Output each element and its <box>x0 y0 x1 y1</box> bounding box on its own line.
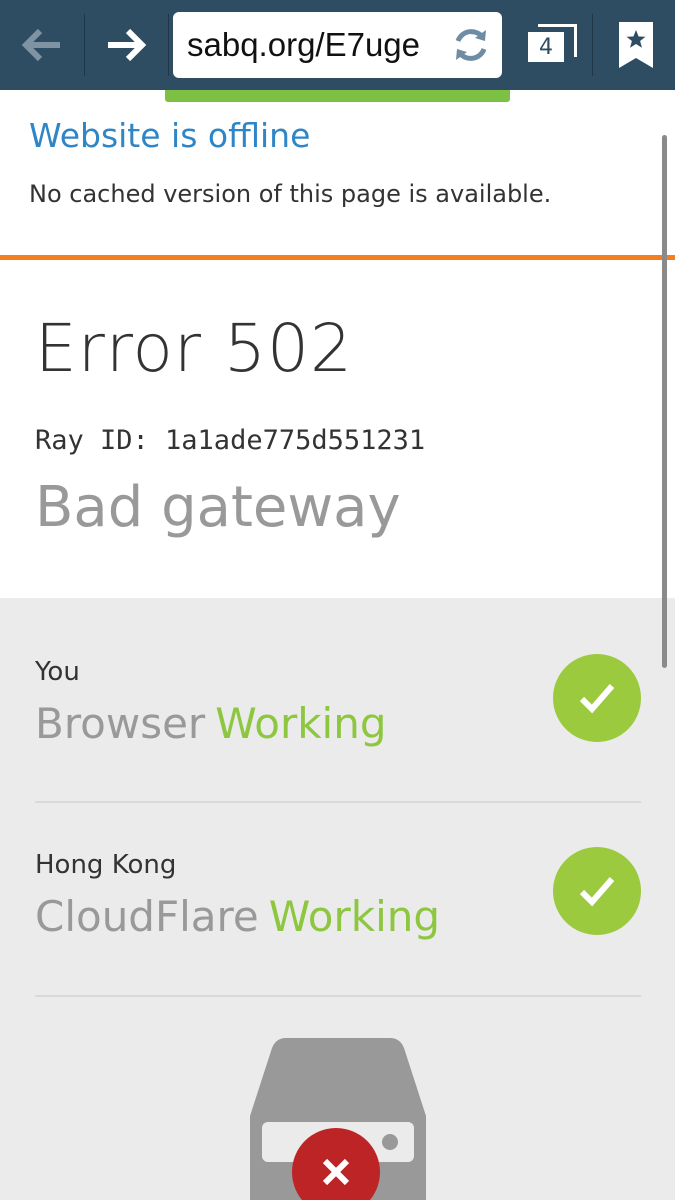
check-icon <box>553 654 641 742</box>
ray-id: Ray ID: 1a1ade775d551231 <box>35 425 426 456</box>
tabs-button[interactable]: 4 <box>518 0 588 90</box>
bookmark-button[interactable] <box>596 0 675 90</box>
row-divider <box>35 995 641 997</box>
server-error-icon <box>250 1038 426 1200</box>
status-row-browser: You Browser Working <box>35 654 641 755</box>
url-text[interactable]: sabq.org/E7ugе <box>187 12 437 78</box>
status-state: Working <box>215 699 387 748</box>
banner-divider <box>0 255 675 260</box>
banner-title: Website is offline <box>29 116 311 155</box>
reload-icon[interactable] <box>450 24 492 66</box>
browser-toolbar: sabq.org/E7ugе 4 <box>0 0 675 90</box>
tabs-icon: 4 <box>528 24 578 66</box>
status-state: Working <box>268 892 441 941</box>
banner-subtitle: No cached version of this page is availa… <box>29 180 552 208</box>
check-icon <box>553 847 641 935</box>
back-button[interactable] <box>0 0 84 90</box>
address-bar[interactable]: sabq.org/E7ugе <box>173 12 502 78</box>
row-divider <box>35 801 641 803</box>
toolbar-divider <box>168 14 169 76</box>
status-name: Browser <box>35 699 206 748</box>
bookmark-star-icon <box>618 22 653 68</box>
forward-button[interactable] <box>84 0 168 90</box>
arrow-left-icon <box>21 28 60 62</box>
error-description: Bad gateway <box>35 475 401 540</box>
tab-count: 4 <box>539 34 553 60</box>
status-location: You <box>35 657 80 687</box>
status-row-cloudflare: Hong Kong CloudFlare Working <box>35 847 641 948</box>
status-line: CloudFlare Working <box>35 892 440 941</box>
scrollbar[interactable] <box>662 135 667 668</box>
toolbar-divider <box>592 14 593 76</box>
status-line: Browser Working <box>35 699 387 748</box>
status-name: CloudFlare <box>35 892 259 941</box>
status-location: Hong Kong <box>35 850 177 880</box>
page-load-progress <box>165 90 510 102</box>
error-code: Error 502 <box>35 310 353 387</box>
arrow-right-icon <box>108 28 147 62</box>
